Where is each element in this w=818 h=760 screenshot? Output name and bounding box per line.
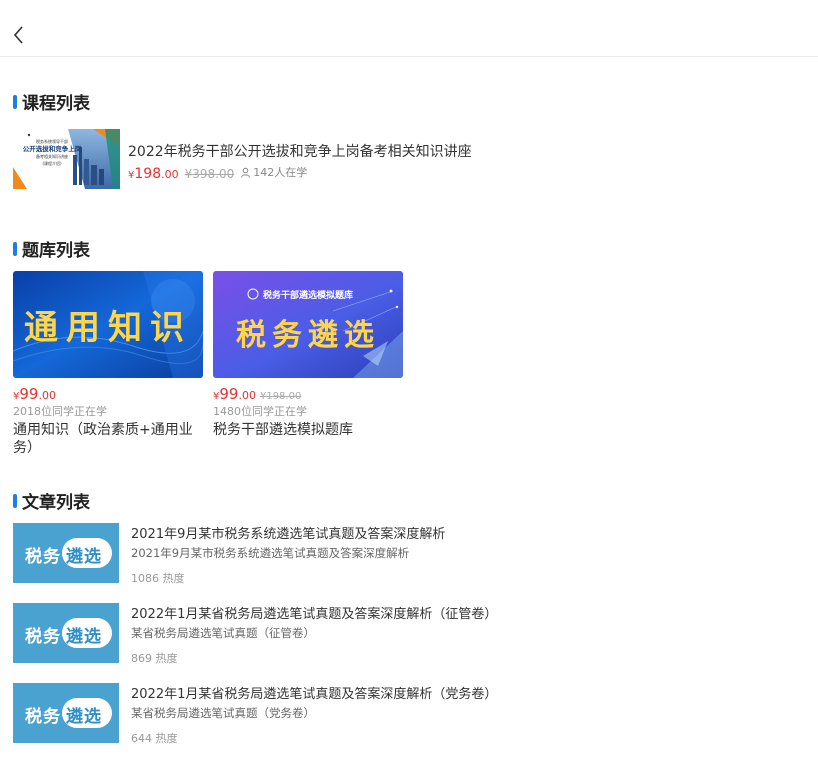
bank-learner-count: 1480位同学正在学 <box>213 405 307 418</box>
thumb-pill: 遴选 <box>62 538 112 568</box>
bank-title[interactable]: 税务干部遴选模拟题库 <box>213 421 403 439</box>
price-decimal: .00 <box>38 389 56 402</box>
bank-cover-text: 税务遴选 <box>236 317 380 353</box>
thumb-text: 税务 <box>25 547 61 567</box>
article-subtitle: 某省税务局遴选笔试真题（党务卷） <box>131 706 315 720</box>
course-item[interactable]: 税务系统领导干部 公开选拔和竞争上岗 备考相关知识讲座 (课程介绍) 2022年… <box>13 129 803 189</box>
article-title[interactable]: 2021年9月某市税务系统遴选笔试真题及答案深度解析 <box>131 523 445 542</box>
price-integer: 99 <box>219 385 239 403</box>
thumb-pill: 遴选 <box>62 618 112 648</box>
article-item[interactable]: 税务 遴选 2022年1月某省税务局遴选笔试真题及答案深度解析（党务卷） 某省税… <box>13 683 803 745</box>
article-item[interactable]: 税务 遴选 2021年9月某市税务系统遴选笔试真题及答案深度解析 2021年9月… <box>13 523 803 585</box>
course-thumb-line: 备考相关知识讲座 <box>36 153 68 159</box>
learners-count: 142人在学 <box>240 164 307 180</box>
article-heat: 869 热度 <box>131 652 178 665</box>
article-title[interactable]: 2022年1月某省税务局遴选笔试真题及答案深度解析（党务卷） <box>131 683 497 702</box>
bank-card[interactable]: 税务干部遴选模拟题库 税务遴选 ¥ 99 .00 ¥198.00 1480位同学… <box>213 271 403 439</box>
section-title-banks: 题库列表 <box>13 236 90 261</box>
price-integer: 198 <box>134 165 162 182</box>
thumb-text: 遴选 <box>66 627 102 647</box>
article-title[interactable]: 2022年1月某省税务局遴选笔试真题及答案深度解析（征管卷） <box>131 603 497 622</box>
person-icon <box>241 167 251 178</box>
price-decimal: .00 <box>238 389 256 402</box>
bank-learner-count: 2018位同学正在学 <box>13 405 107 418</box>
course-thumb-line: (课程介绍) <box>42 160 62 166</box>
section-marker <box>13 94 17 109</box>
bank-cover[interactable]: 税务干部遴选模拟题库 税务遴选 <box>213 271 403 378</box>
bank-card[interactable]: 通用知识 ¥ 99 .00 2018位同学正在学 通用知识（政治素质+通用业务） <box>13 271 203 457</box>
section-marker <box>13 241 17 256</box>
section-title-text: 题库列表 <box>22 241 90 261</box>
article-thumbnail: 税务 遴选 <box>13 683 119 743</box>
article-thumbnail: 税务 遴选 <box>13 523 119 583</box>
bank-title[interactable]: 通用知识（政治素质+通用业务） <box>13 421 203 457</box>
course-thumb-line: 公开选拔和竞争上岗 <box>22 145 82 153</box>
thumb-text: 税务 <box>25 707 61 727</box>
article-heat: 644 热度 <box>131 732 178 745</box>
bank-cover[interactable]: 通用知识 <box>13 271 203 378</box>
original-price: ¥198.00 <box>259 391 302 402</box>
price-integer: 99 <box>19 385 39 403</box>
price-decimal: .00 <box>161 167 179 181</box>
thumb-text: 税务 <box>25 627 61 647</box>
section-title-courses: 课程列表 <box>13 89 90 114</box>
article-subtitle: 某省税务局遴选笔试真题（征管卷） <box>131 626 315 640</box>
original-price: ¥398.00 <box>184 166 235 181</box>
section-title-text: 课程列表 <box>22 94 90 114</box>
top-bar <box>0 0 818 57</box>
article-thumbnail: 税务 遴选 <box>13 603 119 663</box>
bank-price: ¥ 99 .00 <box>13 385 203 403</box>
section-title-text: 文章列表 <box>22 493 90 513</box>
bank-price: ¥ 99 .00 ¥198.00 <box>213 385 403 403</box>
thumb-pill: 遴选 <box>62 698 112 728</box>
article-subtitle: 2021年9月某市税务系统遴选笔试真题及答案深度解析 <box>131 546 410 560</box>
thumb-text: 遴选 <box>66 707 102 727</box>
section-marker <box>13 493 17 508</box>
thumb-text: 遴选 <box>66 547 102 567</box>
course-thumbnail: 税务系统领导干部 公开选拔和竞争上岗 备考相关知识讲座 (课程介绍) <box>13 129 120 189</box>
course-thumb-line: 税务系统领导干部 <box>36 139 68 144</box>
bank-cover-text: 通用知识 <box>24 308 192 348</box>
course-meta: ¥ 198 .00 ¥398.00 142人在学 <box>128 164 307 182</box>
chevron-left-icon[interactable] <box>10 24 28 46</box>
article-heat: 1086 热度 <box>131 572 185 585</box>
learners-text: 142人在学 <box>253 166 308 179</box>
section-title-articles: 文章列表 <box>13 488 90 513</box>
article-item[interactable]: 税务 遴选 2022年1月某省税务局遴选笔试真题及答案深度解析（征管卷） 某省税… <box>13 603 803 665</box>
course-title[interactable]: 2022年税务干部公开选拔和竞争上岗备考相关知识讲座 <box>128 141 472 161</box>
